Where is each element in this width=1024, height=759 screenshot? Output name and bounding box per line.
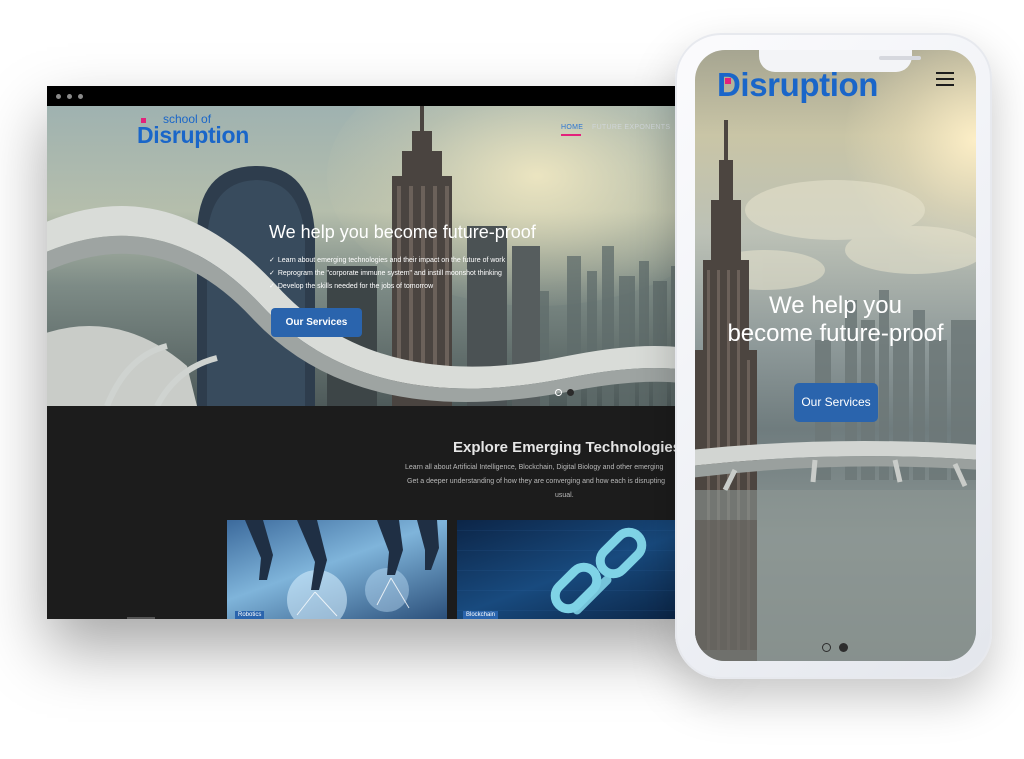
hamburger-menu-icon[interactable] [936, 72, 954, 86]
explore-description: Learn all about Artificial Intelligence,… [405, 464, 664, 471]
nav-home-link[interactable]: HOME [561, 124, 583, 131]
logo-wordmark: Disruption [717, 66, 878, 103]
hero-title: We help you become future-proof [269, 222, 536, 242]
hero-title-line: become future-proof [727, 320, 944, 347]
site-logo[interactable]: Disruption [717, 66, 878, 104]
logo-accent-dot [725, 78, 731, 84]
desktop-mockup: school of Disruption HOME FUTURE EXPONEN… [47, 86, 707, 619]
phone-screen: Disruption We help you become future-pro… [695, 50, 976, 661]
window-dot-icon [67, 94, 72, 99]
speaker-grille [879, 56, 921, 60]
carousel-dot-active[interactable] [839, 643, 848, 652]
hero-bullet: ✓ Develop the skills needed for the jobs … [269, 283, 434, 290]
carousel-dot[interactable] [822, 643, 831, 652]
hero-banner: school of Disruption HOME FUTURE EXPONEN… [47, 106, 707, 406]
hero-bullet-list: ✓ Learn about emerging technologies and t… [269, 254, 505, 293]
scrollbar-thumb[interactable] [127, 617, 155, 619]
hero-title: We help you become future-proof [695, 292, 976, 348]
phone-mockup: Disruption We help you become future-pro… [675, 33, 992, 679]
city-skyline-image [695, 120, 976, 661]
card-label: Robotics [235, 611, 265, 619]
explore-description: usual. [555, 492, 574, 499]
our-services-button[interactable]: Our Services [271, 308, 362, 337]
explore-section-title: Explore Emerging Technologies [453, 439, 682, 456]
robot-arms-image [245, 520, 439, 619]
nav-future-exponents-link[interactable]: FUTURE EXPONENTS [592, 124, 670, 131]
technology-card-robotics[interactable]: Robotics [227, 520, 447, 619]
checkmark-icon: ✓ [269, 270, 275, 277]
nav-active-indicator [561, 134, 581, 136]
explore-description: Get a deeper understanding of how they a… [407, 478, 666, 485]
card-label: Blockchain [463, 611, 499, 619]
carousel-dot[interactable] [555, 389, 562, 396]
checkmark-icon: ✓ [269, 283, 275, 290]
chain-link-image [457, 527, 707, 615]
logo-wordmark: Disruption [137, 122, 249, 148]
window-dot-icon [78, 94, 83, 99]
our-services-button[interactable]: Our Services [794, 383, 878, 422]
carousel-dot-active[interactable] [567, 389, 574, 396]
window-dot-icon [56, 94, 61, 99]
browser-toolbar [47, 86, 707, 106]
technology-card-blockchain[interactable]: Blockchain [457, 520, 707, 619]
checkmark-icon: ✓ [269, 257, 275, 264]
hero-bullet: ✓ Reprogram the "corporate immune system"… [269, 270, 502, 277]
hero-title-line: We help you [769, 292, 902, 319]
hero-bullet: ✓ Learn about emerging technologies and t… [269, 257, 506, 264]
